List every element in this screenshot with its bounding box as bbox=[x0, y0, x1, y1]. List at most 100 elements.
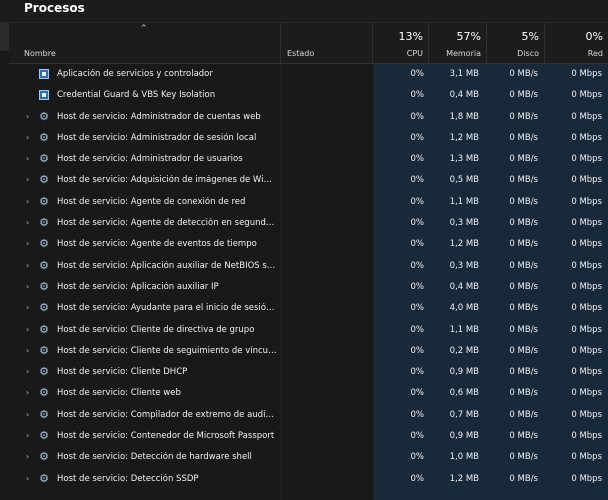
network-value: 0 Mbps bbox=[571, 90, 602, 101]
expand-chevron-icon[interactable]: › bbox=[26, 218, 29, 227]
expand-chevron-icon[interactable]: › bbox=[26, 282, 29, 291]
process-name: Host de servicio: Contenedor de Microsof… bbox=[57, 431, 275, 442]
process-row[interactable]: › ⚙ Host de servicio: Ayudante para el ini… bbox=[0, 298, 608, 319]
expand-chevron-icon[interactable]: › bbox=[26, 112, 29, 121]
disk-value: 0 MB/s bbox=[509, 367, 538, 378]
gear-icon: ⚙ bbox=[39, 301, 49, 315]
disk-value: 0 MB/s bbox=[509, 452, 538, 463]
network-value: 0 Mbps bbox=[571, 281, 602, 292]
memory-value: 0,4 MB bbox=[449, 90, 479, 101]
process-name: Host de servicio: Agente de eventos de t… bbox=[57, 239, 257, 250]
network-value: 0 Mbps bbox=[571, 260, 602, 271]
column-header-name[interactable]: ⌃ Nombre bbox=[9, 23, 281, 63]
process-name: Host de servicio: Cliente DHCP bbox=[57, 367, 188, 378]
process-row[interactable]: › ⚙ Host de servicio: Agente de eventos de… bbox=[0, 234, 608, 255]
process-name: Host de servicio: Aplicación auxiliar de… bbox=[57, 260, 277, 271]
gear-icon: ⚙ bbox=[39, 109, 49, 123]
expand-chevron-icon[interactable]: › bbox=[26, 175, 29, 184]
expand-chevron-icon[interactable]: › bbox=[26, 452, 29, 461]
cpu-value: 0% bbox=[410, 452, 425, 463]
network-value: 0 Mbps bbox=[571, 345, 602, 356]
disk-value: 0 MB/s bbox=[509, 281, 538, 292]
memory-value: 0,5 MB bbox=[449, 175, 479, 186]
gear-icon: ⚙ bbox=[39, 279, 49, 293]
process-row[interactable]: › ⚙ Host de servicio: Administrador de ses… bbox=[0, 128, 608, 149]
expand-chevron-icon[interactable]: › bbox=[26, 474, 29, 483]
cpu-value: 0% bbox=[410, 473, 425, 484]
cpu-value: 0% bbox=[410, 132, 425, 143]
process-row[interactable]: › ⚙ Host de servicio: Aplicación auxiliar … bbox=[0, 277, 608, 298]
network-value: 0 Mbps bbox=[571, 196, 602, 207]
disk-value: 0 MB/s bbox=[509, 324, 538, 335]
process-row[interactable]: › ⚙ Host de servicio: Cliente web 0% 0,6 MB 0… bbox=[0, 383, 608, 404]
gear-icon: ⚙ bbox=[39, 343, 49, 357]
process-row[interactable]: › ⚙ Host de servicio: Agente de detección … bbox=[0, 213, 608, 234]
disk-value: 0 MB/s bbox=[509, 260, 538, 271]
disk-value: 0 MB/s bbox=[509, 431, 538, 442]
process-row[interactable]: › ⚙ Host de servicio: Contenedor de Micros… bbox=[0, 426, 608, 447]
process-name: Host de servicio: Agente de conexión de … bbox=[57, 196, 246, 207]
process-name: Host de servicio: Detección de hardware … bbox=[57, 452, 252, 463]
cpu-value: 0% bbox=[410, 431, 425, 442]
gear-icon: ⚙ bbox=[39, 194, 49, 208]
column-label-network: Red bbox=[587, 49, 603, 58]
process-row[interactable]: › ⚙ Host de servicio: Detección de hardwar… bbox=[0, 447, 608, 468]
column-header-status[interactable]: Estado bbox=[281, 23, 373, 63]
process-row[interactable]: › ⚙ Host de servicio: Cliente de directiva… bbox=[0, 320, 608, 341]
cpu-value: 0% bbox=[410, 90, 425, 101]
network-value: 0 Mbps bbox=[571, 388, 602, 399]
expand-chevron-icon[interactable]: › bbox=[26, 261, 29, 270]
process-row[interactable]: › ⚙ Host de servicio: Compilador de extrem… bbox=[0, 405, 608, 426]
memory-value: 1,2 MB bbox=[449, 239, 479, 250]
expand-chevron-icon[interactable]: › bbox=[26, 346, 29, 355]
expand-chevron-icon[interactable]: › bbox=[26, 367, 29, 376]
network-value: 0 Mbps bbox=[571, 175, 602, 186]
process-name: Host de servicio: Aplicación auxiliar IP bbox=[57, 281, 219, 292]
network-value: 0 Mbps bbox=[571, 473, 602, 484]
expand-chevron-icon[interactable]: › bbox=[26, 239, 29, 248]
expand-chevron-icon[interactable]: › bbox=[26, 325, 29, 334]
process-row[interactable]: › ⚙ Host de servicio: Aplicación auxiliar … bbox=[0, 256, 608, 277]
process-name: Aplicación de servicios y controlador bbox=[57, 69, 213, 79]
memory-value: 1,0 MB bbox=[449, 452, 479, 463]
expand-chevron-icon[interactable]: › bbox=[26, 197, 29, 206]
cpu-value: 0% bbox=[410, 260, 425, 271]
network-value: 0 Mbps bbox=[571, 154, 602, 165]
app-icon bbox=[39, 69, 49, 79]
process-name: Credential Guard & VBS Key Isolation bbox=[57, 90, 216, 101]
process-row[interactable]: Credential Guard & VBS Key Isolation 0% 0,… bbox=[0, 85, 608, 106]
gear-icon: ⚙ bbox=[39, 237, 49, 251]
disk-value: 0 MB/s bbox=[509, 69, 538, 79]
network-value: 0 Mbps bbox=[571, 409, 602, 420]
process-row[interactable]: Aplicación de servicios y controlador 0% 3… bbox=[0, 64, 608, 85]
gear-icon: ⚙ bbox=[39, 258, 49, 272]
disk-value: 0 MB/s bbox=[509, 239, 538, 250]
expand-chevron-icon[interactable]: › bbox=[26, 133, 29, 142]
process-row[interactable]: › ⚙ Host de servicio: Administrador de usu… bbox=[0, 149, 608, 170]
cpu-value: 0% bbox=[410, 196, 425, 207]
expand-chevron-icon[interactable]: › bbox=[26, 154, 29, 163]
process-row[interactable]: › ⚙ Host de servicio: Detección SSDP 0% 1,2 … bbox=[0, 469, 608, 490]
expand-chevron-icon[interactable]: › bbox=[26, 431, 29, 440]
column-header-memory[interactable]: 57% Memoria bbox=[429, 23, 487, 63]
process-row[interactable]: › ⚙ Host de servicio: Cliente de seguimien… bbox=[0, 341, 608, 362]
process-row[interactable]: › ⚙ Host de servicio: Adquisición de imáge… bbox=[0, 170, 608, 191]
nav-pane-edge bbox=[0, 23, 9, 51]
memory-value: 0,9 MB bbox=[449, 367, 479, 378]
column-label-disk: Disco bbox=[517, 49, 539, 58]
expand-chevron-icon[interactable]: › bbox=[26, 410, 29, 419]
process-row[interactable]: › ⚙ Host de servicio: Administrador de cue… bbox=[0, 107, 608, 128]
column-header-network[interactable]: 0% Red bbox=[545, 23, 608, 63]
gear-icon: ⚙ bbox=[39, 216, 49, 230]
column-header-disk[interactable]: 5% Disco bbox=[487, 23, 545, 63]
process-name: Host de servicio: Cliente de seguimiento… bbox=[57, 345, 277, 356]
disk-total-percent: 5% bbox=[521, 30, 539, 43]
process-row[interactable]: › ⚙ Host de servicio: Agente de conexión d… bbox=[0, 192, 608, 213]
process-row[interactable]: › ⚙ Host de servicio: Cliente DHCP 0% 0,9 MB… bbox=[0, 362, 608, 383]
cpu-value: 0% bbox=[410, 218, 425, 229]
expand-chevron-icon[interactable]: › bbox=[26, 303, 29, 312]
expand-chevron-icon[interactable]: › bbox=[26, 388, 29, 397]
sort-ascending-icon: ⌃ bbox=[140, 24, 148, 34]
column-header-cpu[interactable]: 13% CPU bbox=[373, 23, 429, 63]
disk-value: 0 MB/s bbox=[509, 303, 538, 314]
